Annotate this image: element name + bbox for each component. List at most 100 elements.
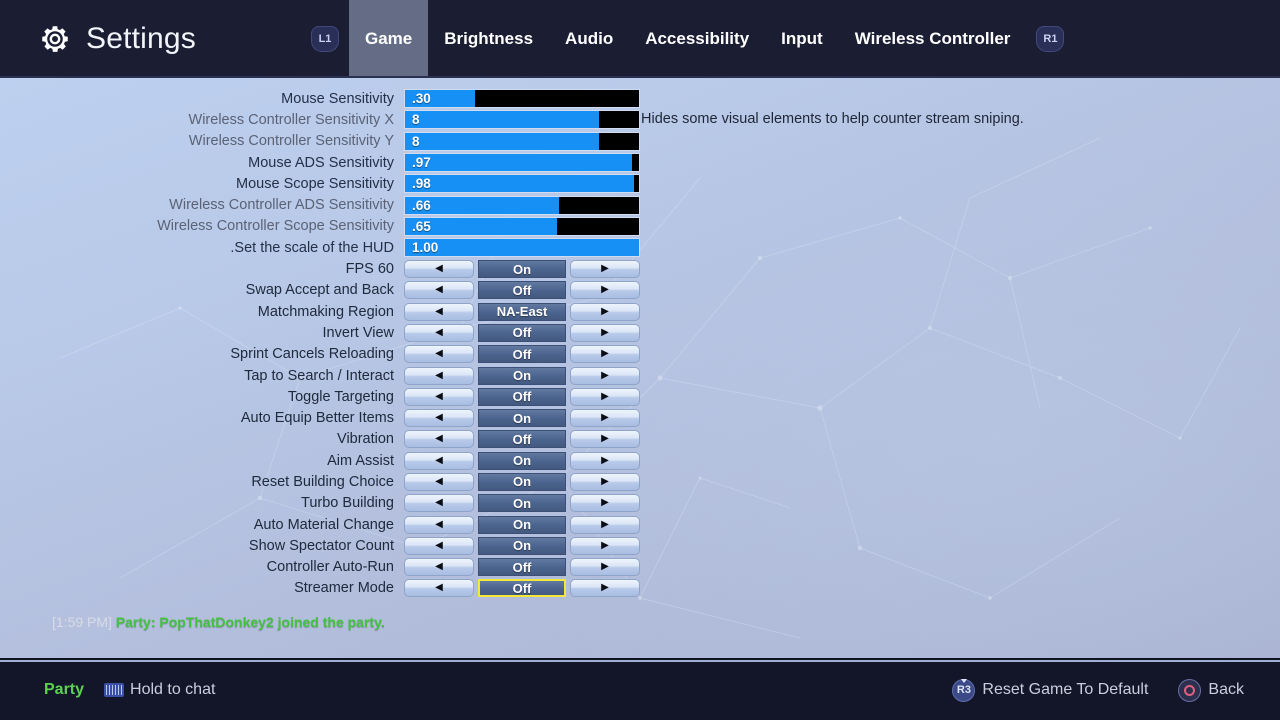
setting-row-slider[interactable]: Wireless Controller Sensitivity Y 8: [0, 131, 640, 152]
setting-row-toggle[interactable]: Tap to Search / Interact ◀ On ▶: [0, 365, 640, 386]
slider-track[interactable]: .97: [404, 153, 640, 173]
arrow-right-icon[interactable]: ▶: [570, 409, 640, 428]
toggle-value[interactable]: Off: [478, 345, 566, 364]
arrow-left-icon[interactable]: ◀: [404, 409, 474, 428]
setting-row-slider[interactable]: Wireless Controller Scope Sensitivity .65: [0, 216, 640, 237]
arrow-right-icon[interactable]: ▶: [570, 366, 640, 385]
arrow-left-icon[interactable]: ◀: [404, 558, 474, 577]
setting-row-toggle[interactable]: Toggle Targeting ◀ Off ▶: [0, 386, 640, 407]
setting-row-toggle[interactable]: 60 FPS ◀ On ▶: [0, 258, 640, 279]
setting-row-toggle[interactable]: Aim Assist ◀ On ▶: [0, 450, 640, 471]
tab-game[interactable]: Game: [349, 0, 429, 78]
arrow-left-icon[interactable]: ◀: [404, 430, 474, 449]
slider-track[interactable]: .98: [404, 174, 640, 194]
setting-row-slider[interactable]: Mouse Sensitivity .30: [0, 88, 640, 109]
setting-row-toggle[interactable]: Streamer Mode ◀ Off ▶: [0, 578, 640, 599]
arrow-left-icon[interactable]: ◀: [404, 387, 474, 406]
toggle-control: ◀ Off ▶: [404, 281, 640, 300]
left-bumper-icon[interactable]: L1: [311, 26, 339, 52]
setting-row-slider[interactable]: Mouse Scope Sensitivity .98: [0, 173, 640, 194]
setting-row-slider[interactable]: Mouse ADS Sensitivity .97: [0, 152, 640, 173]
toggle-value[interactable]: On: [478, 366, 566, 385]
arrow-right-icon[interactable]: ▶: [570, 558, 640, 577]
arrow-right-icon[interactable]: ▶: [570, 451, 640, 470]
toggle-value[interactable]: On: [478, 472, 566, 491]
slider-track[interactable]: .65: [404, 216, 640, 236]
toggle-control: ◀ Off ▶: [404, 579, 640, 598]
arrow-left-icon[interactable]: ◀: [404, 536, 474, 555]
arrow-left-icon[interactable]: ◀: [404, 515, 474, 534]
arrow-left-icon[interactable]: ◀: [404, 323, 474, 342]
arrow-right-icon[interactable]: ▶: [570, 515, 640, 534]
arrow-left-icon[interactable]: ◀: [404, 345, 474, 364]
toggle-value[interactable]: Off: [478, 387, 566, 406]
arrow-right-icon[interactable]: ▶: [570, 430, 640, 449]
arrow-right-icon[interactable]: ▶: [570, 260, 640, 279]
setting-row-toggle[interactable]: Auto Material Change ◀ On ▶: [0, 514, 640, 535]
setting-label: Wireless Controller Sensitivity Y: [188, 133, 394, 150]
tab-wireless-controller[interactable]: Wireless Controller: [839, 0, 1027, 78]
arrow-left-icon[interactable]: ◀: [404, 302, 474, 321]
setting-row-toggle[interactable]: Swap Accept and Back ◀ Off ▶: [0, 280, 640, 301]
hold-to-chat-label[interactable]: Hold to chat: [130, 681, 215, 699]
setting-row-toggle[interactable]: Matchmaking Region ◀ NA-East ▶: [0, 301, 640, 322]
tab-audio[interactable]: Audio: [549, 0, 629, 78]
tab-brightness[interactable]: Brightness: [428, 0, 549, 78]
toggle-value[interactable]: On: [478, 260, 566, 279]
setting-row-toggle[interactable]: Reset Building Choice ◀ On ▶: [0, 471, 640, 492]
toggle-value[interactable]: Off: [478, 579, 566, 598]
arrow-right-icon[interactable]: ▶: [570, 387, 640, 406]
slider-track[interactable]: 8: [404, 131, 640, 151]
toggle-value[interactable]: Off: [478, 323, 566, 342]
arrow-right-icon[interactable]: ▶: [570, 281, 640, 300]
setting-row-toggle[interactable]: Controller Auto-Run ◀ Off ▶: [0, 557, 640, 578]
toggle-value[interactable]: On: [478, 515, 566, 534]
toggle-value[interactable]: Off: [478, 558, 566, 577]
slider-track[interactable]: .66: [404, 195, 640, 215]
arrow-left-icon[interactable]: ◀: [404, 579, 474, 598]
arrow-left-icon[interactable]: ◀: [404, 366, 474, 385]
toggle-control: ◀ NA-East ▶: [404, 302, 640, 321]
slider-track[interactable]: .30: [404, 89, 640, 109]
setting-row-slider[interactable]: Wireless Controller Sensitivity X 8: [0, 109, 640, 130]
arrow-left-icon[interactable]: ◀: [404, 281, 474, 300]
reset-game-to-default-button[interactable]: R3 Reset Game To Default: [952, 678, 1148, 702]
toggle-value[interactable]: NA-East: [478, 302, 566, 321]
arrow-right-icon[interactable]: ▶: [570, 579, 640, 598]
setting-row-toggle[interactable]: Auto Equip Better Items ◀ On ▶: [0, 407, 640, 428]
setting-label: Set the scale of the HUD.: [230, 239, 394, 256]
slider-fill: [405, 175, 635, 193]
toggle-value[interactable]: Off: [478, 430, 566, 449]
toggle-control: ◀ On ▶: [404, 536, 640, 555]
back-button[interactable]: Back: [1178, 678, 1244, 702]
toggle-value[interactable]: On: [478, 451, 566, 470]
arrow-left-icon[interactable]: ◀: [404, 472, 474, 491]
arrow-right-icon[interactable]: ▶: [570, 472, 640, 491]
setting-row-toggle[interactable]: Invert View ◀ Off ▶: [0, 322, 640, 343]
setting-row-slider[interactable]: Set the scale of the HUD. 1.00: [0, 237, 640, 258]
slider-track[interactable]: 8: [404, 110, 640, 130]
toggle-value[interactable]: On: [478, 536, 566, 555]
tab-accessibility[interactable]: Accessibility: [629, 0, 765, 78]
setting-row-toggle[interactable]: Show Spectator Count ◀ On ▶: [0, 535, 640, 556]
right-bumper-icon[interactable]: R1: [1036, 26, 1065, 52]
setting-row-toggle[interactable]: Sprint Cancels Reloading ◀ Off ▶: [0, 344, 640, 365]
setting-row-toggle[interactable]: Vibration ◀ Off ▶: [0, 429, 640, 450]
setting-row-toggle[interactable]: Turbo Building ◀ On ▶: [0, 493, 640, 514]
slider-track[interactable]: 1.00: [404, 238, 640, 258]
toggle-value[interactable]: Off: [478, 281, 566, 300]
toggle-value[interactable]: On: [478, 409, 566, 428]
tab-input[interactable]: Input: [765, 0, 839, 78]
arrow-left-icon[interactable]: ◀: [404, 494, 474, 513]
arrow-right-icon[interactable]: ▶: [570, 345, 640, 364]
arrow-left-icon[interactable]: ◀: [404, 260, 474, 279]
arrow-right-icon[interactable]: ▶: [570, 323, 640, 342]
toggle-control: ◀ On ▶: [404, 409, 640, 428]
arrow-right-icon[interactable]: ▶: [570, 494, 640, 513]
setting-row-slider[interactable]: Wireless Controller ADS Sensitivity .66: [0, 194, 640, 215]
toggle-value[interactable]: On: [478, 494, 566, 513]
arrow-left-icon[interactable]: ◀: [404, 451, 474, 470]
arrow-right-icon[interactable]: ▶: [570, 536, 640, 555]
arrow-right-icon[interactable]: ▶: [570, 302, 640, 321]
page-title: Settings: [86, 22, 196, 55]
